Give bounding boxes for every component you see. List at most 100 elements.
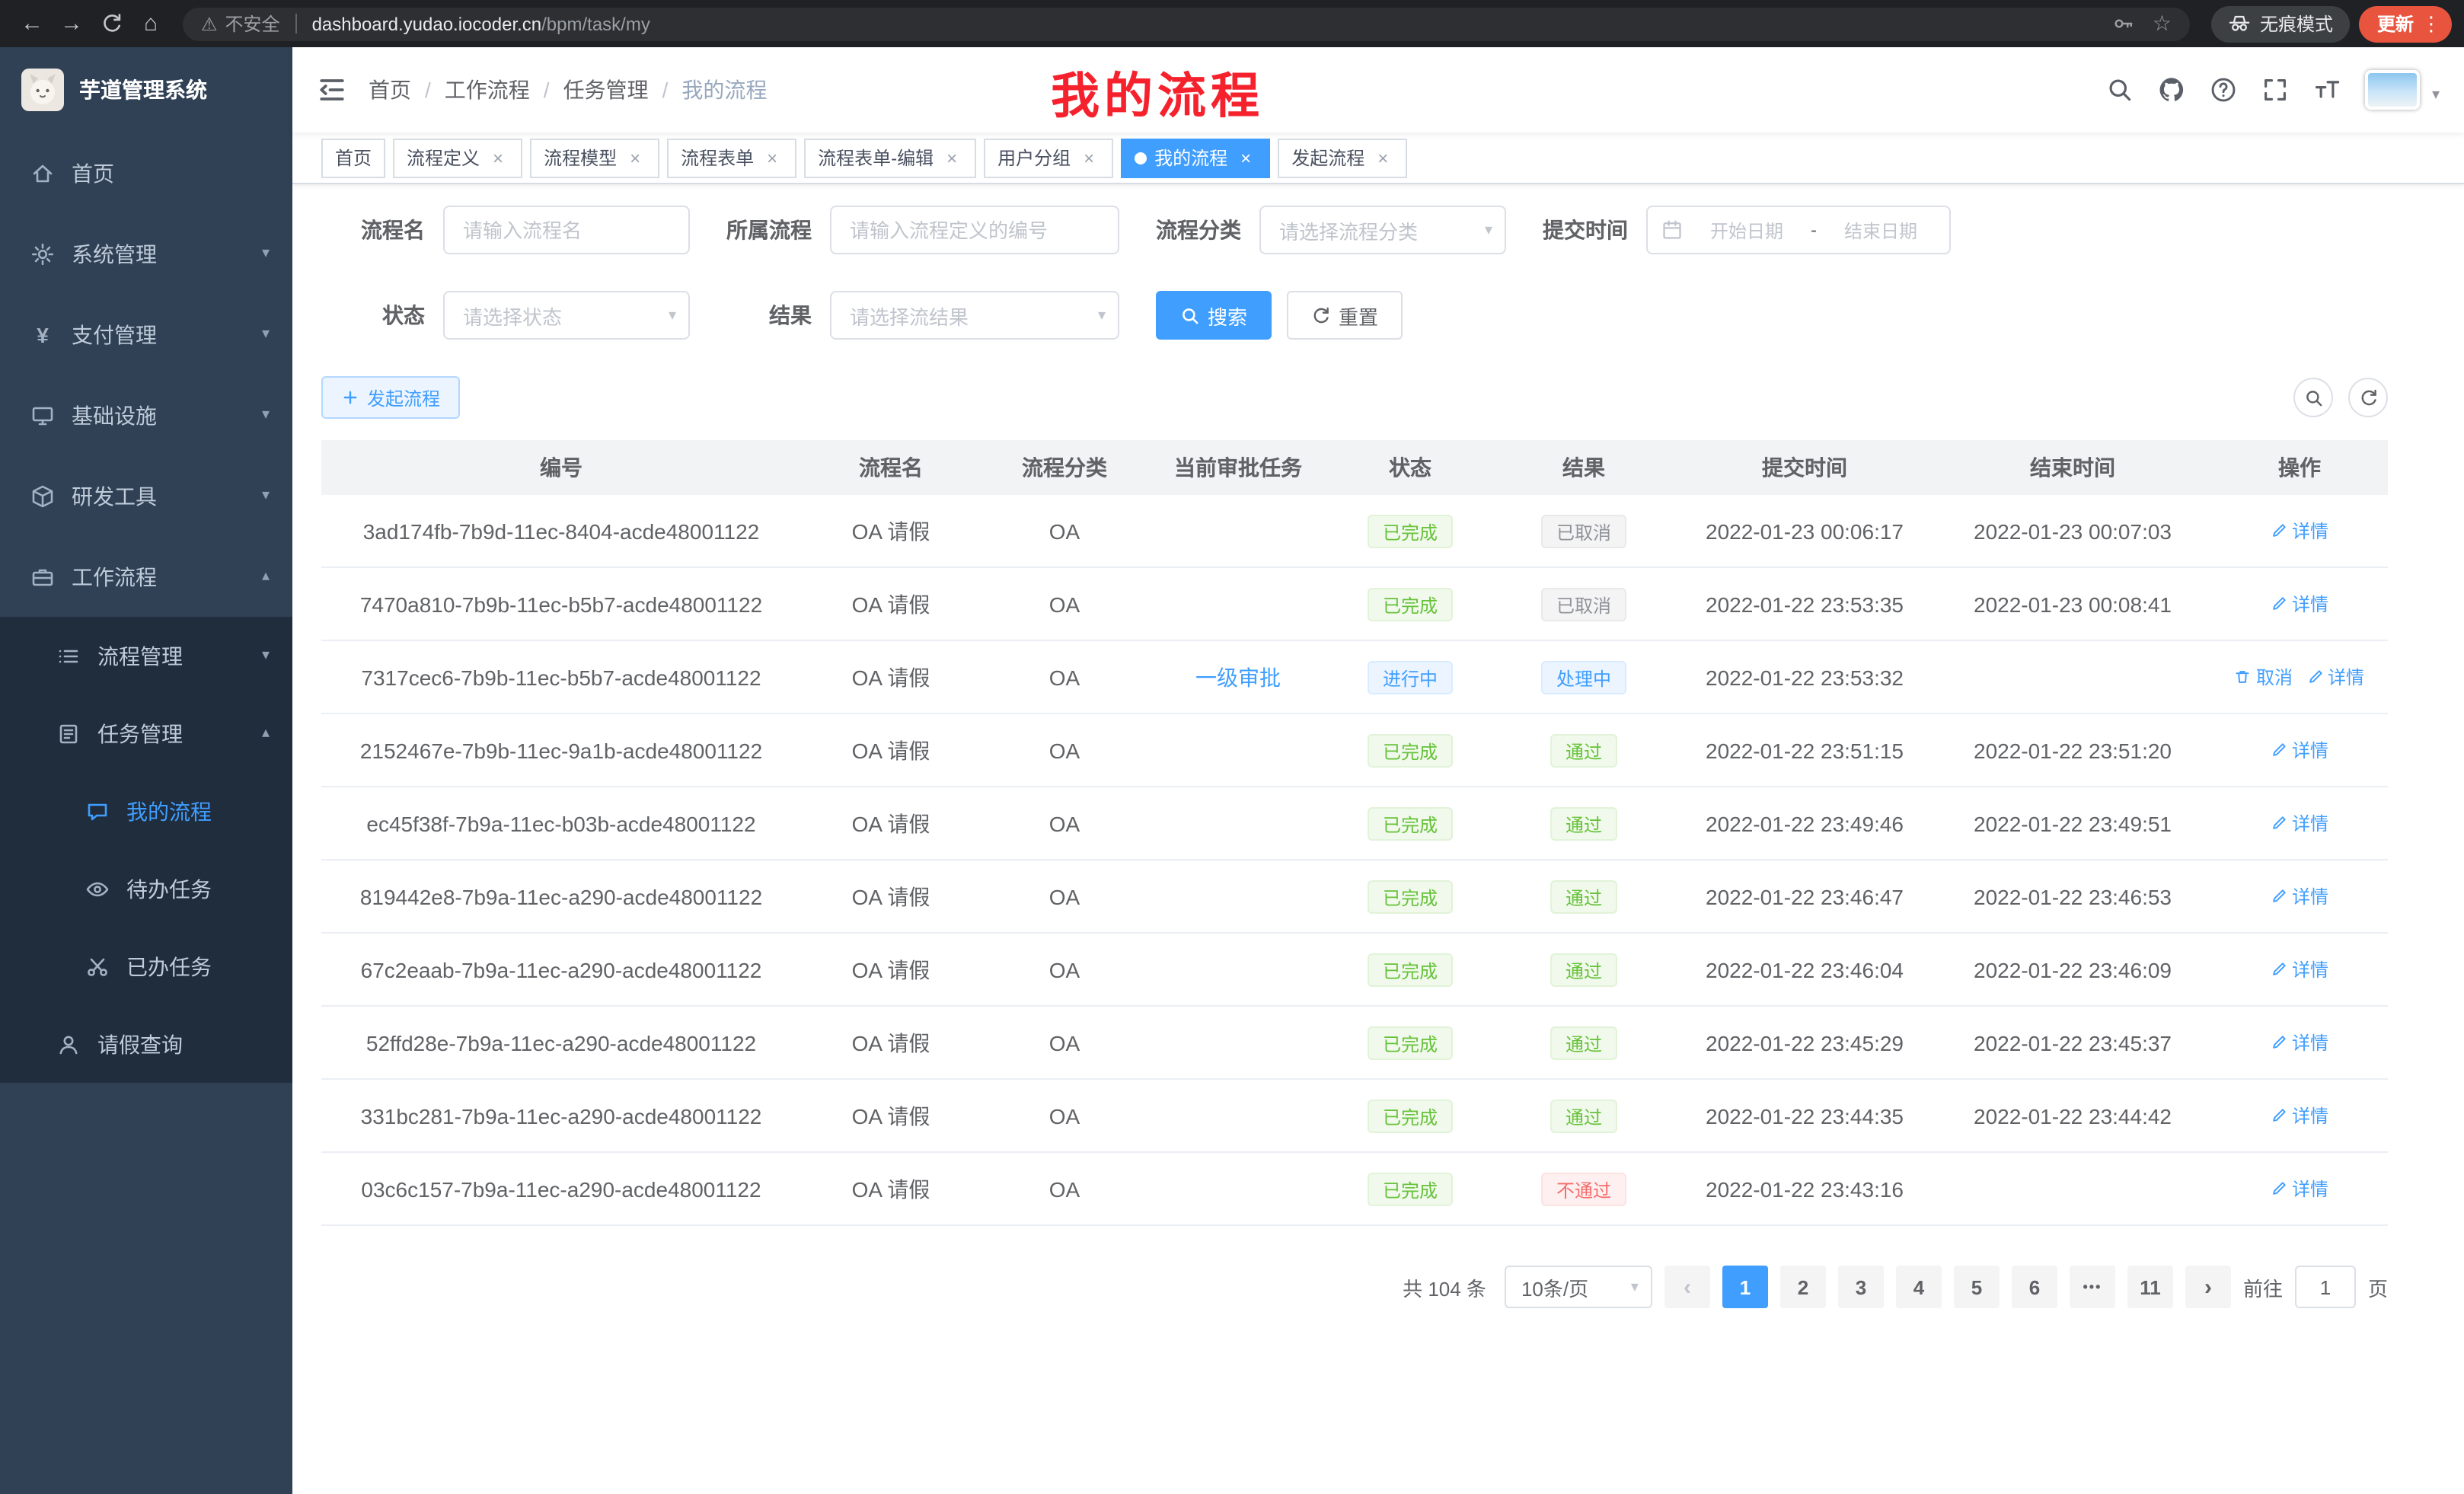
cell-submit-time: 2022-01-22 23:51:15 — [1675, 738, 1934, 762]
security-chip[interactable]: ⚠ 不安全 — [201, 11, 280, 37]
detail-action[interactable]: 详情 — [2271, 737, 2328, 763]
tab-process-model[interactable]: 流程模型× — [530, 138, 659, 177]
chevron-down-icon[interactable]: ▾ — [2432, 87, 2440, 110]
tab-process-form[interactable]: 流程表单× — [667, 138, 796, 177]
search-icon[interactable] — [2106, 76, 2134, 104]
chevron-up-icon: ▴ — [262, 725, 270, 742]
avatar[interactable] — [2365, 70, 2420, 110]
detail-action[interactable]: 详情 — [2271, 883, 2328, 909]
status-tag: 已完成 — [1368, 587, 1453, 621]
category-select[interactable]: 请选择流程分类 ▾ — [1259, 206, 1506, 254]
security-label: 不安全 — [225, 11, 280, 37]
sidebar-item-workflow[interactable]: 工作流程 ▴ — [0, 536, 292, 617]
cell-process-id: 52ffd28e-7b9a-11ec-a290-acde48001122 — [321, 1030, 801, 1055]
tab-label: 用户分组 — [997, 145, 1071, 171]
next-page-button[interactable]: › — [2185, 1266, 2231, 1308]
detail-action[interactable]: 详情 — [2306, 664, 2364, 690]
goto-page-input[interactable] — [2295, 1266, 2356, 1308]
help-icon[interactable] — [2210, 76, 2237, 104]
close-icon[interactable]: × — [1078, 147, 1100, 168]
reload-button[interactable] — [91, 4, 131, 43]
reset-button[interactable]: 重置 — [1287, 291, 1403, 340]
process-def-input[interactable] — [830, 206, 1119, 254]
fullscreen-icon[interactable] — [2261, 76, 2289, 104]
detail-action[interactable]: 详情 — [2271, 1176, 2328, 1202]
github-icon[interactable] — [2158, 76, 2185, 104]
update-button[interactable]: 更新 ⋮ — [2359, 5, 2452, 42]
address-bar[interactable]: ⚠ 不安全 dashboard.yudao.iocoder.cn/bpm/tas… — [183, 7, 2190, 40]
prev-page-button[interactable]: ‹ — [1664, 1266, 1710, 1308]
submit-time-range-picker[interactable]: 开始日期 - 结束日期 — [1646, 206, 1951, 254]
page-button-6[interactable]: 6 — [2012, 1266, 2057, 1308]
page-size-select[interactable]: 10条/页 ▾ — [1505, 1266, 1652, 1308]
current-task-link[interactable]: 一级审批 — [1195, 665, 1281, 689]
tab-start-process[interactable]: 发起流程× — [1278, 138, 1407, 177]
edit-icon — [2306, 669, 2323, 685]
start-process-button[interactable]: 发起流程 — [321, 376, 460, 419]
menu-dots-icon[interactable]: ⋮ — [2421, 11, 2441, 36]
detail-action[interactable]: 详情 — [2271, 1030, 2328, 1055]
refresh-table-button[interactable] — [2348, 378, 2388, 417]
key-icon[interactable] — [2113, 12, 2136, 35]
close-icon[interactable]: × — [624, 147, 646, 168]
tab-user-group[interactable]: 用户分组 × — [984, 138, 1113, 177]
chevron-up-icon: ▴ — [262, 568, 270, 585]
cell-result: 通过 — [1492, 733, 1675, 767]
search-button[interactable]: 搜索 — [1156, 291, 1272, 340]
breadcrumb-task-management[interactable]: 任务管理 — [563, 75, 649, 105]
more-pages-button[interactable]: ••• — [2070, 1266, 2115, 1308]
font-size-icon[interactable] — [2313, 76, 2341, 104]
process-name-input[interactable] — [443, 206, 690, 254]
column-header-result: 结果 — [1492, 452, 1675, 483]
breadcrumb-home[interactable]: 首页 — [369, 75, 411, 105]
page-button-2[interactable]: 2 — [1780, 1266, 1826, 1308]
sidebar-item-payment[interactable]: ¥ 支付管理 ▾ — [0, 294, 292, 375]
page-button-4[interactable]: 4 — [1896, 1266, 1942, 1308]
cell-submit-time: 2022-01-23 00:06:17 — [1675, 519, 1934, 543]
cell-status: 已完成 — [1328, 806, 1492, 840]
status-select[interactable]: 请选择状态 ▾ — [443, 291, 690, 340]
gear-icon — [30, 241, 55, 266]
detail-action[interactable]: 详情 — [2271, 1103, 2328, 1128]
page-button-1[interactable]: 1 — [1722, 1266, 1768, 1308]
forward-button[interactable]: → — [52, 4, 91, 43]
page-button-3[interactable]: 3 — [1838, 1266, 1884, 1308]
app-logo[interactable]: 芋道管理系统 — [0, 47, 292, 132]
sidebar-item-my-process[interactable]: 我的流程 — [0, 772, 292, 850]
sidebar-item-todo-tasks[interactable]: 待办任务 — [0, 850, 292, 927]
breadcrumb-workflow[interactable]: 工作流程 — [445, 75, 530, 105]
close-icon[interactable]: × — [1235, 147, 1256, 168]
tab-process-definition[interactable]: 流程定义× — [393, 138, 522, 177]
sidebar-item-process-management[interactable]: 流程管理 ▾ — [0, 617, 292, 694]
start-process-button-label: 发起流程 — [367, 385, 440, 410]
status-tag: 已完成 — [1368, 1099, 1453, 1132]
result-select[interactable]: 请选择流结果 ▾ — [830, 291, 1119, 340]
sidebar-item-infrastructure[interactable]: 基础设施 ▾ — [0, 375, 292, 455]
cell-category: OA — [981, 738, 1148, 762]
sidebar-item-task-management[interactable]: 任务管理 ▴ — [0, 694, 292, 772]
sidebar-item-leave-query[interactable]: 请假查询 — [0, 1005, 292, 1083]
detail-action[interactable]: 详情 — [2271, 810, 2328, 836]
sidebar-item-done-tasks[interactable]: 已办任务 — [0, 927, 292, 1005]
close-icon[interactable]: × — [487, 147, 509, 168]
detail-action[interactable]: 详情 — [2271, 518, 2328, 544]
sidebar-item-home[interactable]: 首页 — [0, 132, 292, 213]
cancel-action[interactable]: 取消 — [2235, 664, 2293, 690]
tab-my-process[interactable]: 我的流程× — [1121, 138, 1270, 177]
sidebar-item-system[interactable]: 系统管理 ▾ — [0, 213, 292, 294]
close-icon[interactable]: × — [1372, 147, 1393, 168]
page-button-5[interactable]: 5 — [1954, 1266, 2000, 1308]
bookmark-star-icon[interactable]: ☆ — [2153, 11, 2172, 37]
search-toggle-button[interactable] — [2293, 378, 2333, 417]
back-button[interactable]: ← — [12, 4, 52, 43]
detail-action[interactable]: 详情 — [2271, 591, 2328, 617]
sidebar-toggle[interactable] — [317, 75, 347, 105]
home-button[interactable]: ⌂ — [131, 4, 171, 43]
sidebar-item-dev-tools[interactable]: 研发工具 ▾ — [0, 455, 292, 536]
tab-home[interactable]: 首页 — [321, 138, 385, 177]
close-icon[interactable]: × — [941, 147, 962, 168]
detail-action[interactable]: 详情 — [2271, 956, 2328, 982]
close-icon[interactable]: × — [761, 147, 783, 168]
tab-process-form-edit[interactable]: 流程表单-编辑× — [804, 138, 976, 177]
page-button-11[interactable]: 11 — [2127, 1266, 2173, 1308]
